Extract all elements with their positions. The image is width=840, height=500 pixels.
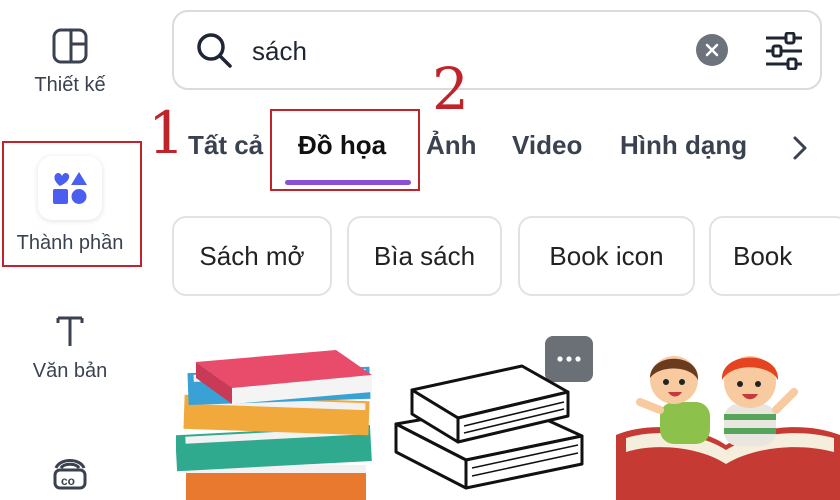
chip-label: Sách mở (199, 240, 305, 271)
sidebar-item-text[interactable]: Văn bản (0, 312, 140, 383)
chip-book-icon[interactable]: Book icon (518, 216, 695, 296)
kids-reading-book-graphic[interactable] (612, 340, 840, 500)
sidebar-item-label: Thiết kế (34, 74, 106, 96)
annotation-box-elements (2, 141, 142, 267)
search-input[interactable]: sách (252, 36, 307, 67)
svg-text:co: co (61, 474, 75, 488)
books-outline-graphic[interactable] (392, 360, 592, 500)
clear-search-button[interactable] (696, 34, 728, 66)
layout-icon (52, 28, 88, 64)
brand-co-icon: co (53, 459, 87, 490)
chevron-right-icon[interactable] (790, 134, 810, 162)
text-icon (56, 316, 84, 346)
search-bar: sách (172, 10, 822, 90)
chip-book[interactable]: Book (709, 216, 840, 296)
stacked-books-graphic[interactable] (176, 330, 386, 500)
sidebar-item-brand[interactable]: co (0, 452, 140, 492)
tab-photos[interactable]: Ảnh (426, 130, 477, 161)
chip-book-cover[interactable]: Bìa sách (347, 216, 502, 296)
close-icon (705, 43, 719, 57)
chip-label: Book (733, 240, 793, 271)
tab-video[interactable]: Video (512, 130, 582, 161)
chip-label: Bìa sách (373, 240, 476, 271)
search-icon (197, 33, 232, 68)
tab-shapes[interactable]: Hình dạng (620, 130, 747, 161)
sidebar-item-design[interactable]: Thiết kế (0, 26, 140, 97)
sidebar-item-label: Văn bản (32, 360, 108, 382)
chip-open-book[interactable]: Sách mở (172, 216, 332, 296)
filter-sliders-icon[interactable] (764, 32, 804, 70)
chip-label: Book icon (549, 240, 664, 271)
tab-all[interactable]: Tất cả (188, 130, 263, 161)
annotation-number-2: 2 (432, 55, 469, 123)
annotation-box-graphics-tab (270, 109, 420, 191)
